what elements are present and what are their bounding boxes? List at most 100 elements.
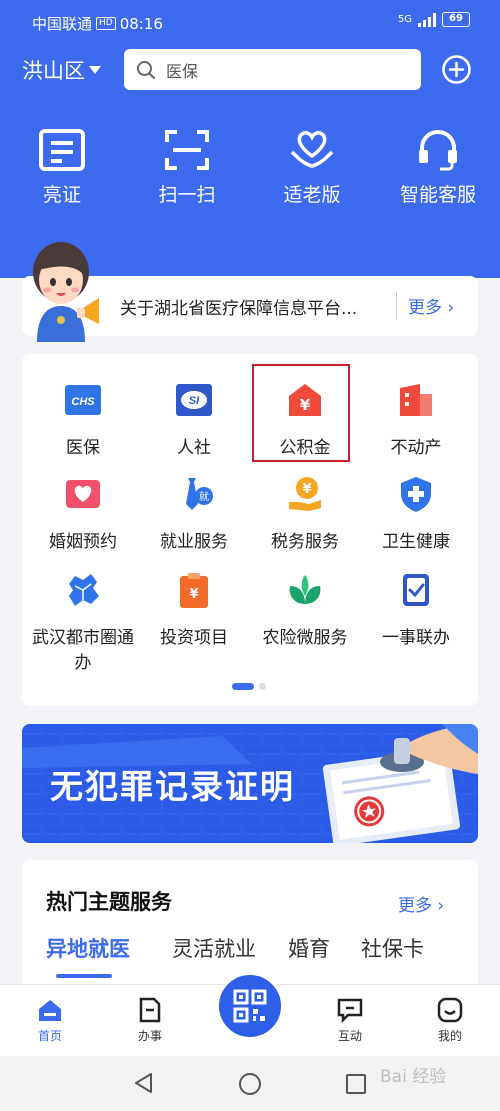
- quick-action-label: 亮证: [42, 184, 81, 206]
- mascot-avatar: [33, 242, 99, 342]
- service-joint-handling[interactable]: 一事联办: [361, 570, 471, 651]
- clock: 08:16: [119, 14, 163, 33]
- nav-label: 互动: [337, 1029, 362, 1043]
- add-icon[interactable]: [441, 54, 472, 85]
- service-label: 投资项目: [160, 628, 228, 648]
- service-medical-insurance[interactable]: CHS 医保: [28, 380, 138, 461]
- search-value: 医保: [166, 61, 199, 81]
- service-real-estate[interactable]: 不动产: [361, 380, 471, 461]
- quick-action-elderly[interactable]: 适老版: [262, 128, 362, 207]
- svg-text:¥: ¥: [189, 587, 198, 602]
- quick-action-scan[interactable]: 扫一扫: [137, 128, 237, 207]
- health-cross-icon: [401, 477, 431, 512]
- hot-topics-title: 热门主题服务: [46, 890, 172, 914]
- hd-badge: HD: [96, 17, 116, 30]
- hot-topics-card: 热门主题服务 更多 › 异地就医 灵活就业 婚育 社保卡: [22, 860, 478, 990]
- marriage-icon: [66, 480, 100, 508]
- nav-label: 办事: [137, 1029, 162, 1043]
- si-icon: SI: [176, 384, 212, 416]
- service-label: 农险微服务: [262, 628, 348, 648]
- notice-text[interactable]: 关于湖北省医疗保障信息平台...: [120, 294, 390, 319]
- recent-apps-icon[interactable]: [345, 1073, 367, 1095]
- sprout-icon: [289, 575, 321, 604]
- nav-label: 首页: [37, 1029, 62, 1043]
- qr-code-icon: [233, 989, 267, 1023]
- quick-action-customer-service[interactable]: 智能客服: [388, 128, 488, 207]
- quick-action-label: 适老版: [283, 184, 341, 206]
- quick-actions: 亮证 扫一扫 适老版 智能客服: [0, 128, 500, 218]
- id-card-icon: [39, 129, 85, 171]
- svg-text:¥: ¥: [302, 482, 311, 497]
- nav-label: 我的: [437, 1029, 462, 1043]
- tax-icon: ¥: [289, 477, 321, 511]
- employment-icon: 就: [186, 478, 213, 510]
- checklist-icon: [403, 574, 429, 606]
- tab-marriage-childbirth[interactable]: 婚育: [288, 933, 330, 963]
- service-investment[interactable]: ¥ 投资项目: [139, 570, 249, 651]
- page-indicator: [232, 683, 266, 690]
- active-tab-indicator: [56, 974, 112, 978]
- service-label: 人社: [177, 438, 211, 458]
- scan-icon: [165, 130, 209, 170]
- tab-flexible-employment[interactable]: 灵活就业: [172, 933, 256, 963]
- district-selector[interactable]: 洪山区: [22, 55, 101, 85]
- page-dot: [259, 683, 266, 690]
- tab-remote-medical[interactable]: 异地就医: [46, 933, 130, 963]
- hot-topics-more-link[interactable]: 更多 ›: [398, 891, 444, 916]
- map-icon: [69, 574, 99, 606]
- chevron-right-icon: ›: [432, 896, 445, 916]
- service-wuhan-metro[interactable]: 武汉都市圈通办: [28, 570, 138, 676]
- chevron-right-icon: ›: [442, 298, 455, 318]
- quick-action-id-card[interactable]: 亮证: [12, 128, 112, 207]
- service-agri-insurance[interactable]: 农险微服务: [250, 570, 360, 651]
- service-social-security[interactable]: SI 人社: [139, 380, 249, 461]
- carrier-label: 中国联通: [32, 15, 93, 33]
- search-icon: [137, 60, 155, 79]
- chat-icon: [337, 998, 363, 1023]
- page-dot-active: [232, 683, 254, 690]
- chs-icon: CHS: [65, 385, 101, 415]
- quick-action-label: 扫一扫: [158, 184, 216, 206]
- promo-banner[interactable]: 无犯罪记录证明: [22, 724, 478, 843]
- district-label: 洪山区: [22, 59, 85, 83]
- service-label: 卫生健康: [382, 532, 450, 552]
- back-icon[interactable]: [133, 1072, 155, 1094]
- service-label: 婚姻预约: [49, 532, 117, 552]
- caret-down-icon: [89, 66, 101, 74]
- nav-profile[interactable]: 我的: [415, 997, 485, 1044]
- home-icon: [39, 1000, 61, 1021]
- service-marriage-appointment[interactable]: 婚姻预约: [28, 474, 138, 555]
- watermark: Bai 经验: [380, 1067, 447, 1087]
- svg-text:CHS: CHS: [71, 396, 95, 408]
- signal-icon: [418, 12, 436, 27]
- svg-text:SI: SI: [189, 395, 200, 407]
- file-icon: [139, 997, 161, 1023]
- nav-home[interactable]: 首页: [15, 997, 85, 1044]
- service-label: 不动产: [390, 438, 442, 458]
- service-label: 医保: [66, 438, 100, 458]
- elderly-heart-icon: [290, 131, 334, 168]
- service-label: 税务服务: [271, 532, 339, 552]
- nav-services[interactable]: 办事: [115, 997, 185, 1044]
- qr-code-button[interactable]: [216, 972, 284, 1040]
- service-tax[interactable]: ¥ 税务服务: [250, 474, 360, 555]
- svg-text:就: 就: [199, 490, 209, 503]
- building-icon: [400, 384, 432, 416]
- tab-social-security-card[interactable]: 社保卡: [361, 933, 424, 963]
- notice-more-link[interactable]: 更多 ›: [408, 293, 454, 318]
- service-employment[interactable]: 就 就业服务: [139, 474, 249, 555]
- service-label: 一事联办: [382, 628, 450, 648]
- banner-title: 无犯罪记录证明: [50, 767, 295, 806]
- smile-icon: [437, 997, 463, 1023]
- notice-more-label: 更多: [408, 298, 442, 318]
- headset-icon: [419, 129, 457, 171]
- status-bar: 中国联通 HD 08:16 5G 69: [0, 0, 500, 46]
- service-label: 武汉都市圈通办: [32, 628, 134, 673]
- home-circle-icon[interactable]: [238, 1072, 262, 1096]
- highlight-box: [252, 364, 350, 462]
- service-health[interactable]: 卫生健康: [361, 474, 471, 555]
- service-label: 就业服务: [160, 532, 228, 552]
- nav-interaction[interactable]: 互动: [315, 997, 385, 1044]
- search-input[interactable]: 医保: [124, 49, 421, 90]
- quick-action-label: 智能客服: [399, 184, 476, 206]
